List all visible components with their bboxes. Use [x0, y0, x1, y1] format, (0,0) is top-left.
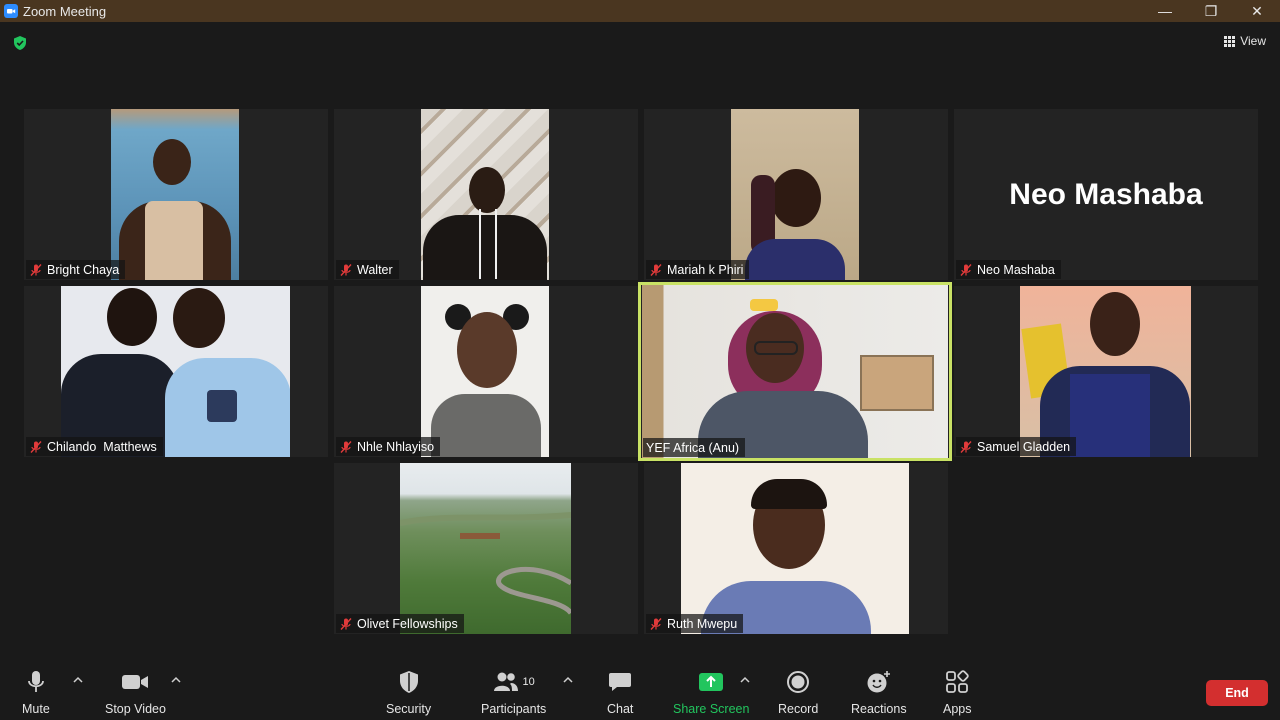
muted-mic-icon: [340, 263, 352, 276]
participant-video: [681, 463, 909, 634]
view-label: View: [1240, 34, 1266, 48]
restore-button[interactable]: ❐: [1188, 0, 1234, 22]
participants-options-caret-icon[interactable]: [563, 676, 573, 684]
apps-label: Apps: [943, 702, 972, 716]
participant-tile-active-speaker[interactable]: YEF Africa (Anu): [638, 282, 952, 461]
security-label: Security: [386, 702, 432, 716]
participant-name-tag: Chilando Matthews: [26, 437, 163, 456]
participant-video: [400, 463, 571, 634]
participant-tile[interactable]: Ruth Mwepu: [644, 463, 948, 634]
participant-name-tag: Olivet Fellowships: [336, 614, 464, 633]
participant-name: Walter: [357, 262, 393, 277]
share-screen-icon: [699, 673, 724, 691]
participant-tile[interactable]: Walter: [334, 109, 638, 280]
muted-mic-icon: [30, 263, 42, 276]
microphone-icon: [27, 671, 44, 692]
zoom-app-icon: [4, 4, 18, 18]
participant-video: [1020, 286, 1191, 457]
participant-tile[interactable]: Chilando Matthews: [24, 286, 328, 457]
minimize-button[interactable]: —: [1142, 0, 1188, 22]
participant-video: [731, 109, 859, 280]
participant-name-tag: YEF Africa (Anu): [643, 438, 746, 457]
chat-label: Chat: [607, 702, 634, 716]
participant-display-name: Neo Mashaba: [1009, 177, 1203, 211]
grid-view-icon: [1224, 35, 1236, 47]
participant-name-tag: Mariah k Phiri: [646, 260, 750, 279]
title-bar: Zoom Meeting — ❐ ✕: [0, 0, 1280, 22]
end-meeting-button[interactable]: End: [1206, 680, 1268, 706]
participant-name: Olivet Fellowships: [357, 616, 458, 631]
participants-count: 10: [522, 676, 535, 688]
muted-mic-icon: [960, 440, 972, 453]
close-button[interactable]: ✕: [1234, 0, 1280, 22]
participant-name-tag: Samuel Gladden: [956, 437, 1077, 456]
participant-tile[interactable]: Bright Chaya: [24, 109, 328, 280]
video-options-caret-icon[interactable]: [171, 676, 181, 684]
participant-tile[interactable]: Samuel Gladden: [954, 286, 1258, 457]
muted-mic-icon: [340, 617, 352, 630]
stop-video-button[interactable]: Stop Video: [105, 668, 166, 716]
muted-mic-icon: [30, 440, 42, 453]
participants-label: Participants: [481, 702, 547, 716]
muted-mic-icon: [650, 617, 662, 630]
participant-name: Neo Mashaba: [977, 262, 1055, 277]
participant-video: [111, 109, 239, 280]
participants-button[interactable]: 10 Participants: [481, 668, 546, 716]
mute-button[interactable]: Mute: [22, 668, 50, 716]
record-icon: [787, 671, 810, 693]
share-options-caret-icon[interactable]: [740, 676, 750, 684]
participants-icon: [493, 672, 518, 691]
participant-name: Bright Chaya: [47, 262, 120, 277]
participant-name: Samuel Gladden: [977, 439, 1071, 454]
participant-name-tag: Nhle Nhlayiso: [336, 437, 441, 456]
video-camera-icon: [122, 675, 149, 689]
participant-video: [421, 109, 549, 280]
participant-name-tag: Ruth Mwepu: [646, 614, 744, 633]
chat-button[interactable]: Chat: [607, 668, 633, 716]
participant-name: Chilando Matthews: [47, 439, 157, 454]
zoom-meeting-window: Zoom Meeting — ❐ ✕ View Bright Chaya Wal…: [0, 0, 1280, 720]
stop-video-label: Stop Video: [105, 702, 166, 716]
participant-name: Nhle Nhlayiso: [357, 439, 435, 454]
participant-name: Ruth Mwepu: [667, 616, 738, 631]
encryption-shield-icon[interactable]: [12, 35, 28, 51]
chat-bubble-icon: [609, 673, 632, 691]
security-button[interactable]: Security: [386, 668, 431, 716]
record-label: Record: [778, 702, 819, 716]
view-button[interactable]: View: [1224, 31, 1266, 51]
mute-options-caret-icon[interactable]: [73, 676, 83, 684]
participant-tile[interactable]: Nhle Nhlayiso: [334, 286, 638, 457]
smiley-plus-icon: [867, 671, 890, 693]
reactions-button[interactable]: Reactions: [851, 668, 907, 716]
participant-name-tag: Walter: [336, 260, 399, 279]
participant-name: Mariah k Phiri: [667, 262, 744, 277]
record-button[interactable]: Record: [778, 668, 818, 716]
share-screen-button[interactable]: Share Screen: [673, 668, 749, 716]
participant-name-tag: Bright Chaya: [26, 260, 126, 279]
participant-name: YEF Africa (Anu): [646, 440, 740, 455]
participant-name-tag: Neo Mashaba: [956, 260, 1061, 279]
mute-label: Mute: [22, 702, 50, 716]
meeting-toolbar: Mute Stop Video Security 10 Participants: [0, 660, 1280, 720]
shield-icon: [399, 671, 418, 693]
muted-mic-icon: [340, 440, 352, 453]
participant-video: [642, 285, 948, 458]
reactions-label: Reactions: [851, 702, 907, 716]
apps-icon: [946, 670, 969, 693]
participant-video: [61, 286, 290, 457]
participant-tile[interactable]: Mariah k Phiri: [644, 109, 948, 280]
window-title: Zoom Meeting: [23, 3, 107, 19]
apps-button[interactable]: Apps: [943, 668, 972, 716]
muted-mic-icon: [650, 263, 662, 276]
participant-video: [421, 286, 549, 457]
participant-tile[interactable]: Neo Mashaba Neo Mashaba: [954, 109, 1258, 280]
share-screen-label: Share Screen: [673, 702, 750, 716]
participant-tile[interactable]: Olivet Fellowships: [334, 463, 638, 634]
muted-mic-icon: [960, 263, 972, 276]
